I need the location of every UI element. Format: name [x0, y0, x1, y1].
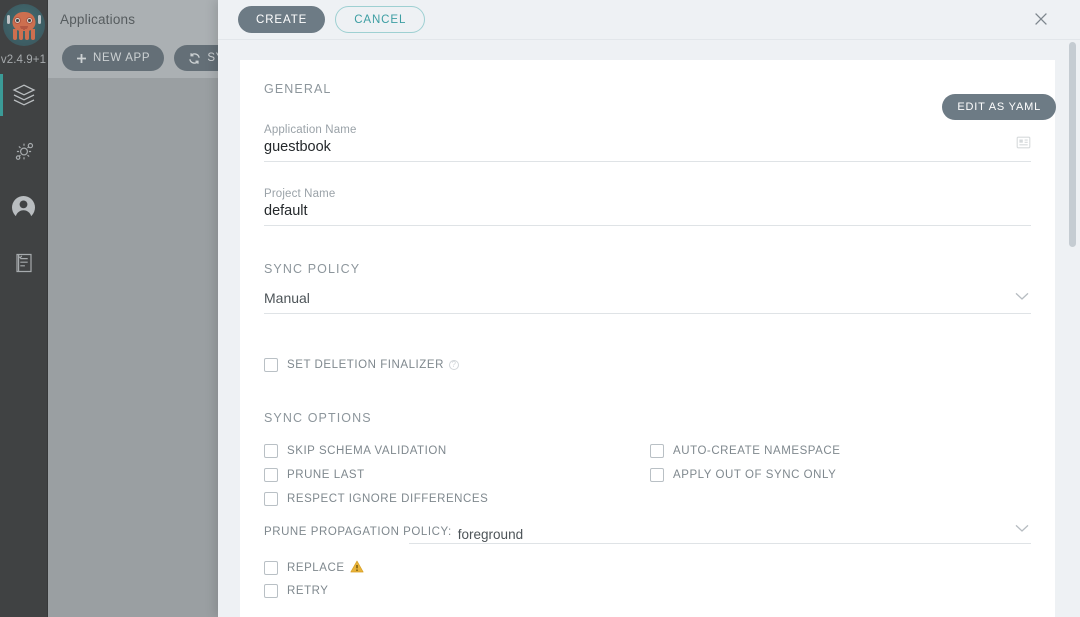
replace-label: REPLACE: [287, 560, 364, 576]
project-name-input[interactable]: default: [264, 200, 1031, 225]
retry-label: RETRY: [287, 585, 329, 597]
address-book-autofill-icon[interactable]: [1016, 136, 1031, 154]
close-button[interactable]: [1030, 9, 1052, 31]
prune-propagation-policy-underline: [409, 543, 1031, 544]
sync-option-apply-out-of-sync-only[interactable]: APPLY OUT OF SYNC ONLY: [650, 463, 1031, 486]
application-name-field[interactable]: Application Name guestbook: [264, 124, 1031, 162]
prune-propagation-policy-row[interactable]: PRUNE PROPAGATION POLICY: foreground: [264, 526, 1031, 544]
respect-ignore-differences-label: RESPECT IGNORE DIFFERENCES: [287, 493, 488, 505]
panel-scrollbar-track[interactable]: [1069, 42, 1076, 602]
close-icon: [1031, 17, 1051, 32]
replace-text: REPLACE: [287, 562, 345, 574]
cancel-button[interactable]: CANCEL: [335, 6, 425, 33]
sync-option-auto-create-namespace[interactable]: AUTO-CREATE NAMESPACE: [650, 439, 1031, 462]
chevron-down-icon: [1015, 288, 1029, 306]
skip-schema-validation-label: SKIP SCHEMA VALIDATION: [287, 445, 447, 457]
apply-out-of-sync-only-label: APPLY OUT OF SYNC ONLY: [673, 469, 836, 481]
project-name-field[interactable]: Project Name default: [264, 188, 1031, 226]
sync-policy-heading: SYNC POLICY: [264, 262, 1031, 276]
edit-as-yaml-button[interactable]: EDIT AS YAML: [942, 94, 1056, 120]
screen-root: v2.4.9+1: [0, 0, 1080, 617]
panel-header: CREATE CANCEL: [218, 0, 1080, 40]
replace-checkbox[interactable]: [264, 561, 278, 575]
sync-option-skip-schema-validation[interactable]: SKIP SCHEMA VALIDATION: [264, 439, 650, 462]
create-application-panel: CREATE CANCEL GENERAL Application Name: [218, 0, 1080, 617]
sync-policy-value: Manual: [264, 286, 1031, 313]
sync-option-prune-last[interactable]: PRUNE LAST: [264, 463, 650, 486]
prune-last-label: PRUNE LAST: [287, 469, 365, 481]
prune-propagation-policy-select[interactable]: foreground: [458, 526, 1031, 544]
sync-options-heading: SYNC OPTIONS: [264, 411, 1031, 425]
application-name-underline: [264, 161, 1031, 162]
set-deletion-finalizer-row[interactable]: SET DELETION FINALIZER ?: [264, 353, 1031, 376]
warning-triangle-icon: [350, 560, 364, 576]
sync-options-grid: SKIP SCHEMA VALIDATION AUTO-CREATE NAMES…: [264, 439, 1031, 510]
apply-out-of-sync-only-checkbox[interactable]: [650, 468, 664, 482]
chevron-down-icon-2: [1015, 520, 1029, 538]
set-deletion-finalizer-checkbox[interactable]: [264, 358, 278, 372]
set-deletion-finalizer-label: SET DELETION FINALIZER ?: [287, 359, 459, 371]
project-name-underline: [264, 225, 1031, 226]
create-button[interactable]: CREATE: [238, 6, 325, 33]
application-name-label: Application Name: [264, 124, 1031, 136]
application-name-input[interactable]: guestbook: [264, 136, 1031, 161]
prune-last-checkbox[interactable]: [264, 468, 278, 482]
retry-row[interactable]: RETRY: [264, 579, 1031, 602]
general-heading: GENERAL: [264, 82, 1031, 96]
prune-propagation-policy-value: foreground: [458, 527, 523, 548]
sync-policy-select[interactable]: Manual: [264, 286, 1031, 314]
prune-propagation-policy-label: PRUNE PROPAGATION POLICY:: [264, 526, 452, 544]
form-card: GENERAL Application Name guestbook: [240, 60, 1055, 617]
sync-policy-underline: [264, 313, 1031, 314]
skip-schema-validation-checkbox[interactable]: [264, 444, 278, 458]
auto-create-namespace-label: AUTO-CREATE NAMESPACE: [673, 445, 840, 457]
help-circle-icon[interactable]: ?: [449, 360, 459, 370]
respect-ignore-differences-checkbox[interactable]: [264, 492, 278, 506]
panel-scroll-area: GENERAL Application Name guestbook: [218, 40, 1080, 617]
auto-create-namespace-checkbox[interactable]: [650, 444, 664, 458]
set-deletion-finalizer-text: SET DELETION FINALIZER: [287, 359, 444, 371]
replace-row[interactable]: REPLACE: [264, 556, 1031, 579]
project-name-label: Project Name: [264, 188, 1031, 200]
retry-checkbox[interactable]: [264, 584, 278, 598]
panel-scrollbar-thumb[interactable]: [1069, 42, 1076, 247]
sync-option-respect-ignore-differences[interactable]: RESPECT IGNORE DIFFERENCES: [264, 487, 650, 510]
